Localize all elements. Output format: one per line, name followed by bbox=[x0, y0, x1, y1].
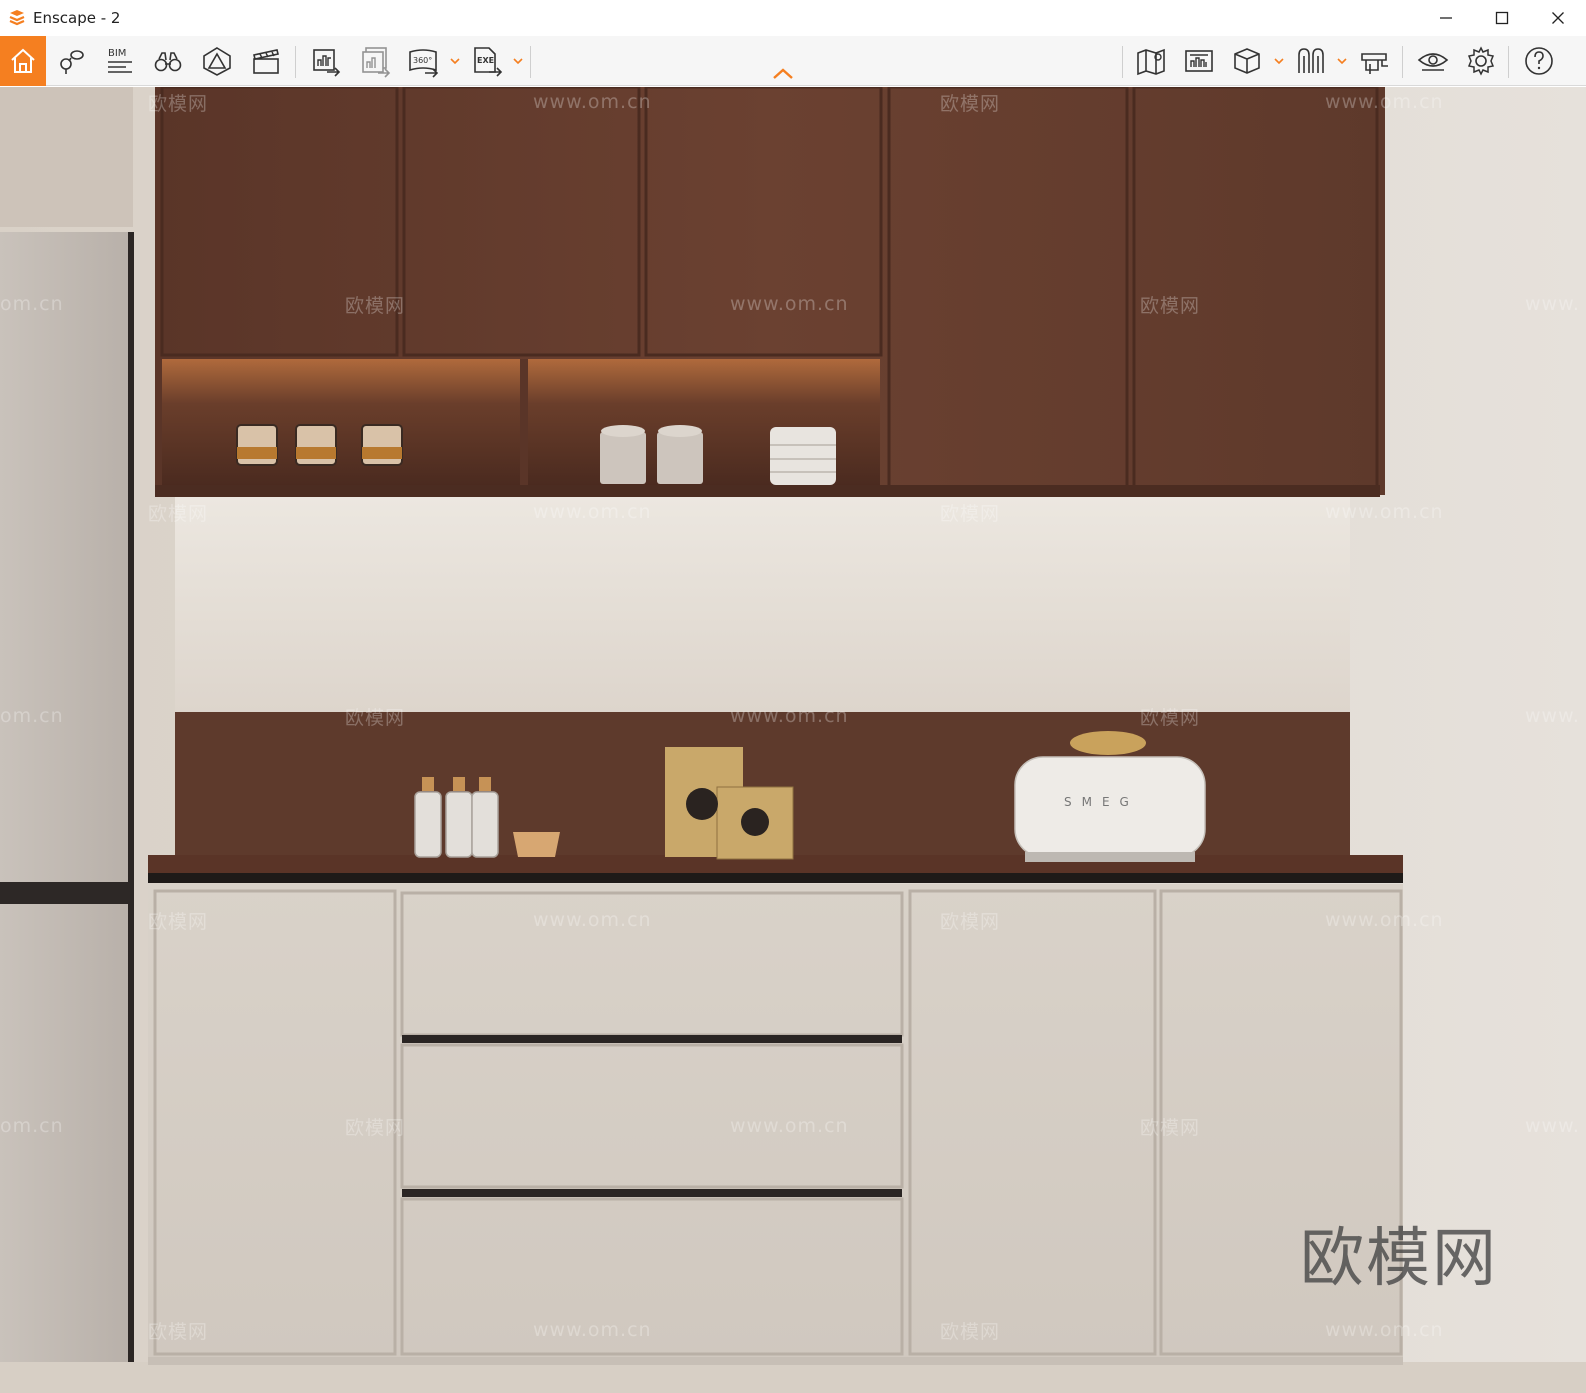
views-button[interactable] bbox=[48, 36, 94, 86]
watermark-text: www.om.cn bbox=[533, 501, 652, 523]
watermark-text: 欧模网 bbox=[148, 93, 209, 115]
toolbar-separator bbox=[530, 46, 531, 78]
settings-gear-icon bbox=[1467, 46, 1495, 76]
watermark-text: www. bbox=[1525, 705, 1580, 727]
svg-text:BIM: BIM bbox=[108, 48, 126, 59]
home-button[interactable] bbox=[0, 36, 46, 86]
watermark-text: 欧模网 bbox=[1140, 1117, 1201, 1139]
watermark-text: www.om.cn bbox=[1325, 909, 1444, 931]
watermark-text: www. bbox=[1525, 293, 1580, 315]
toolbar-separator bbox=[1402, 46, 1403, 78]
view-mode-button[interactable] bbox=[1224, 36, 1270, 86]
watermark-text: www.om.cn bbox=[1325, 91, 1444, 113]
svg-text:360°: 360° bbox=[413, 56, 432, 65]
watermark-text: 欧模网 bbox=[345, 1117, 406, 1139]
image-gallery-icon bbox=[1185, 50, 1213, 72]
asset-library-dropdown[interactable] bbox=[1336, 54, 1348, 68]
watermark-text: 欧模网 bbox=[940, 911, 1001, 933]
watermark-text: www.om.cn bbox=[730, 1115, 849, 1137]
batch-render-icon bbox=[362, 47, 391, 78]
chevron-down-icon bbox=[1337, 58, 1347, 65]
visibility-icon bbox=[1417, 53, 1449, 71]
export-image-button[interactable] bbox=[303, 36, 349, 86]
clapperboard-icon bbox=[253, 49, 279, 74]
material-editor-button[interactable] bbox=[1352, 36, 1398, 86]
visibility-button[interactable] bbox=[1410, 36, 1456, 86]
close-icon bbox=[1552, 12, 1564, 24]
toolbar-separator bbox=[1508, 46, 1509, 78]
close-button[interactable] bbox=[1530, 0, 1586, 36]
export-exe-icon: EXE bbox=[474, 47, 503, 77]
export-360-dropdown[interactable] bbox=[449, 54, 461, 68]
minimize-icon bbox=[1440, 17, 1452, 19]
watermark-text: www.om.cn bbox=[533, 1319, 652, 1341]
view-mode-dropdown[interactable] bbox=[1273, 54, 1285, 68]
binoculars-icon bbox=[154, 52, 182, 72]
watermark-text: 欧模网 bbox=[345, 707, 406, 729]
map-pin-icon bbox=[60, 50, 84, 74]
maximize-button[interactable] bbox=[1474, 0, 1530, 36]
toolbar-separator bbox=[1122, 46, 1123, 78]
batch-render-button[interactable] bbox=[352, 36, 398, 86]
watermark-text: 欧模网 bbox=[148, 503, 209, 525]
binoculars-button[interactable] bbox=[145, 36, 191, 86]
window-controls bbox=[1418, 0, 1586, 36]
cube-view-icon bbox=[1234, 48, 1260, 74]
map-button[interactable] bbox=[1128, 36, 1174, 86]
bim-button[interactable]: BIM bbox=[96, 36, 142, 86]
settings-button[interactable] bbox=[1458, 36, 1504, 86]
asset-library-button[interactable] bbox=[1288, 36, 1334, 86]
watermark-text: www.om.cn bbox=[730, 705, 849, 727]
minimize-button[interactable] bbox=[1418, 0, 1474, 36]
kitchen-render-image bbox=[0, 87, 1586, 1393]
export-360-icon: 360° bbox=[409, 49, 439, 78]
title-bar: Enscape - 2 bbox=[0, 0, 1586, 36]
window-title: Enscape - 2 bbox=[33, 9, 121, 27]
chevron-down-icon bbox=[450, 58, 460, 65]
enscape-logo-icon bbox=[9, 10, 25, 26]
chevron-down-icon bbox=[1274, 58, 1284, 65]
asset-library-icon bbox=[1298, 48, 1324, 73]
watermark-text: www. bbox=[1525, 1115, 1580, 1137]
section-cut-icon bbox=[203, 47, 231, 76]
home-icon bbox=[11, 48, 35, 73]
gallery-button[interactable] bbox=[1176, 36, 1222, 86]
brand-watermark: 欧模网 bbox=[1300, 1222, 1498, 1296]
watermark-text: 欧模网 bbox=[940, 93, 1001, 115]
watermark-text: 欧模网 bbox=[1140, 707, 1201, 729]
material-editor-icon bbox=[1361, 53, 1388, 74]
watermark-text: www.om.cn bbox=[1325, 501, 1444, 523]
watermark-text: 欧模网 bbox=[148, 1321, 209, 1343]
watermark-text: om.cn bbox=[0, 705, 64, 727]
help-button[interactable] bbox=[1516, 36, 1562, 86]
watermark-text: 欧模网 bbox=[345, 295, 406, 317]
watermark-text: www.om.cn bbox=[533, 909, 652, 931]
bim-icon: BIM bbox=[108, 48, 132, 73]
watermark-text: www.om.cn bbox=[533, 91, 652, 113]
export-exe-dropdown[interactable] bbox=[512, 54, 524, 68]
watermark-text: om.cn bbox=[0, 1115, 64, 1137]
watermark-text: 欧模网 bbox=[1140, 295, 1201, 317]
render-viewport[interactable]: 欧模网 www.om.cn 欧模网 www.om.cn om.cn 欧模网 ww… bbox=[0, 87, 1586, 1393]
section-button[interactable] bbox=[194, 36, 240, 86]
svg-text:EXE: EXE bbox=[477, 56, 494, 65]
watermark-text: 欧模网 bbox=[940, 1321, 1001, 1343]
maximize-icon bbox=[1495, 11, 1509, 25]
main-toolbar: BIM 360° EXE bbox=[0, 36, 1586, 86]
export-exe-button[interactable]: EXE bbox=[463, 36, 509, 86]
video-editor-button[interactable] bbox=[243, 36, 289, 86]
watermark-text: 欧模网 bbox=[940, 503, 1001, 525]
map-view-icon bbox=[1137, 48, 1165, 76]
help-icon bbox=[1525, 47, 1553, 75]
export-image-icon bbox=[313, 49, 341, 77]
export-360-button[interactable]: 360° bbox=[400, 36, 446, 86]
toolbar-separator bbox=[295, 46, 296, 78]
watermark-text: om.cn bbox=[0, 293, 64, 315]
watermark-text: www.om.cn bbox=[730, 293, 849, 315]
chevron-up-icon[interactable] bbox=[772, 66, 794, 82]
chevron-down-icon bbox=[513, 58, 523, 65]
watermark-text: 欧模网 bbox=[148, 911, 209, 933]
watermark-text: www.om.cn bbox=[1325, 1319, 1444, 1341]
toaster-brand-label: SMEG bbox=[1064, 795, 1139, 809]
